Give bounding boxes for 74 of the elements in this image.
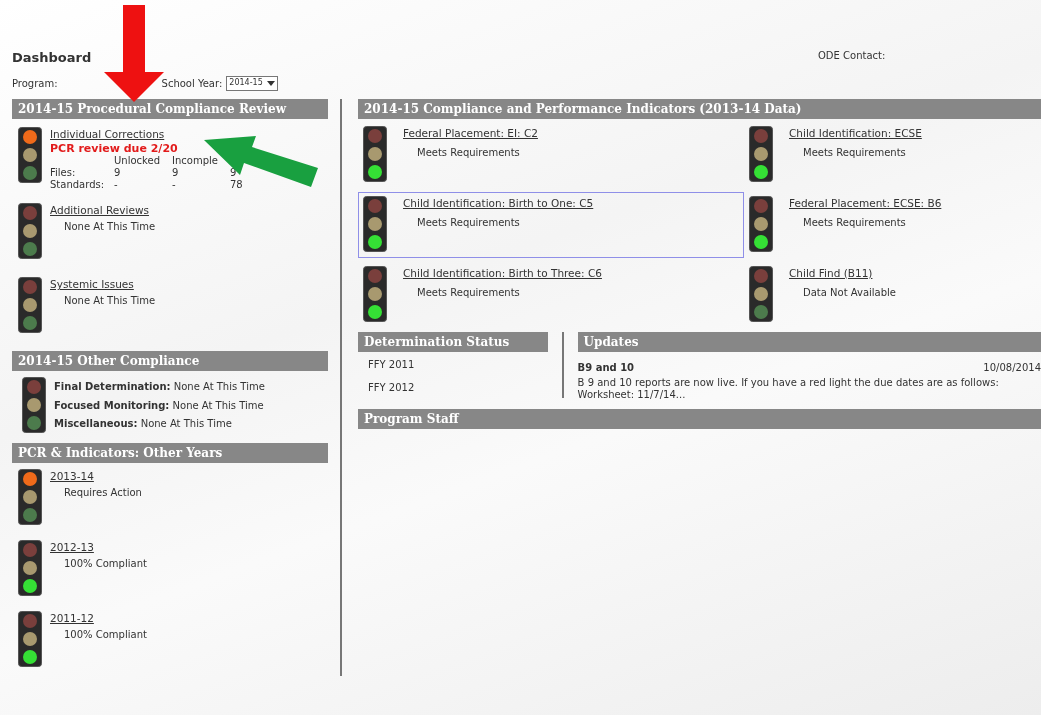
page-title: Dashboard	[12, 49, 93, 67]
year-link[interactable]: 2011-12	[50, 611, 147, 627]
dropdown-icon	[266, 80, 275, 86]
section-header: 2014-15 Compliance and Performance Indicators (2013-14 Data)	[358, 98, 1041, 119]
traffic-light-icon	[18, 611, 42, 668]
row-label: Files:	[50, 167, 114, 180]
section-header: Program Staff	[358, 408, 1041, 429]
review-link[interactable]: Individual Corrections	[50, 126, 288, 143]
section-header: PCR & Indicators: Other Years	[12, 443, 328, 464]
traffic-light-icon	[363, 125, 387, 182]
status-text: 100% Compliant	[63, 557, 147, 571]
section-header: 2014-15 Other Compliance	[12, 351, 328, 372]
update-text: B 9 and 10 reports are now live. If you have a red light the due dates are as follows: Worksheet: 11/7/14...	[577, 376, 1000, 401]
status-text: Meets Requirements	[802, 146, 907, 161]
indicator-card[interactable]: Child Identification: ECSE Meets Requirements	[744, 121, 1041, 188]
indicator-link[interactable]: Child Identification: Birth to Three: C6	[403, 265, 602, 282]
indicator-link[interactable]: Child Identification: ECSE	[789, 125, 922, 142]
traffic-light-icon	[18, 540, 42, 597]
table-cell: -	[172, 179, 230, 192]
update-date: 10/08/2014	[983, 360, 1041, 375]
year-select[interactable]: 2014-15	[226, 75, 278, 91]
traffic-light-icon	[363, 195, 387, 252]
indicator-card[interactable]: Child Identification: Birth to One: C5 Meets Requirements	[358, 191, 744, 258]
table-cell-text: 9	[230, 167, 238, 180]
indicator-card[interactable]: Federal Placement: EI: C2 Meets Requirements	[358, 121, 744, 188]
indicator-link[interactable]: Federal Placement: ECSE: B6	[789, 195, 942, 212]
column-header: Incomple	[172, 155, 219, 168]
indicator-link[interactable]: Child Find (B11)	[789, 265, 897, 282]
indicator-card[interactable]: Child Identification: Birth to Three: C6 Meets Requirements	[358, 261, 744, 328]
status-line: Final Determination: None At This Time	[54, 380, 265, 395]
status-text: Data Not Available	[802, 286, 897, 301]
traffic-light-icon	[18, 469, 42, 526]
traffic-light-icon	[749, 195, 773, 252]
row-label: Standards:	[50, 179, 114, 192]
traffic-light-icon	[749, 265, 773, 322]
contact-label: ODE Contact:	[818, 49, 886, 63]
year-link[interactable]: 2013-14	[50, 469, 142, 485]
traffic-light-icon	[18, 203, 42, 260]
traffic-light-icon	[749, 125, 773, 182]
year-link[interactable]: 2012-13	[50, 540, 147, 556]
column-header: Unlocked	[114, 155, 172, 168]
table-cell: 9	[114, 167, 172, 180]
status-text: 100% Compliant	[63, 628, 147, 642]
status-text: None At This Time	[63, 220, 156, 234]
table-cell: 9	[172, 167, 230, 180]
status-text: None At This Time	[63, 294, 156, 308]
status-text: Meets Requirements	[416, 146, 521, 161]
status-text: Meets Requirements	[802, 216, 907, 231]
table-cell-text: 78	[230, 179, 244, 192]
traffic-light-icon	[363, 265, 387, 322]
traffic-light-icon	[18, 277, 42, 334]
table-cell: -	[114, 179, 172, 192]
determination-item: FFY 2011	[367, 357, 416, 372]
status-line: Focused Monitoring: None At This Time	[54, 398, 265, 413]
determination-item: FFY 2012	[367, 380, 416, 395]
indicator-card[interactable]: Child Find (B11) Data Not Available	[744, 261, 1041, 328]
status-text: Meets Requirements	[416, 286, 521, 301]
indicator-card[interactable]: Federal Placement: ECSE: B6 Meets Requirements	[744, 191, 1041, 258]
traffic-light-icon	[22, 377, 46, 434]
indicator-link[interactable]: Federal Placement: EI: C2	[403, 125, 538, 142]
update-title: B9 and 10	[577, 360, 635, 375]
status-text: Meets Requirements	[416, 216, 521, 231]
review-link[interactable]: Systemic Issues	[50, 277, 156, 293]
traffic-light-icon	[18, 126, 42, 183]
indicator-link[interactable]: Child Identification: Birth to One: C5	[403, 195, 594, 212]
review-link[interactable]: Additional Reviews	[50, 203, 156, 219]
status-line: Miscellaneous: None At This Time	[54, 417, 233, 432]
field-label: Program:	[12, 76, 58, 91]
alert-text: PCR review due 2/20	[50, 142, 179, 156]
section-header: Determination Status	[358, 331, 548, 352]
field-label: School Year:	[161, 76, 223, 91]
section-header: Updates	[577, 331, 1041, 352]
status-text: Requires Action	[63, 486, 142, 500]
section-header: 2014-15 Procedural Compliance Review	[12, 98, 328, 119]
